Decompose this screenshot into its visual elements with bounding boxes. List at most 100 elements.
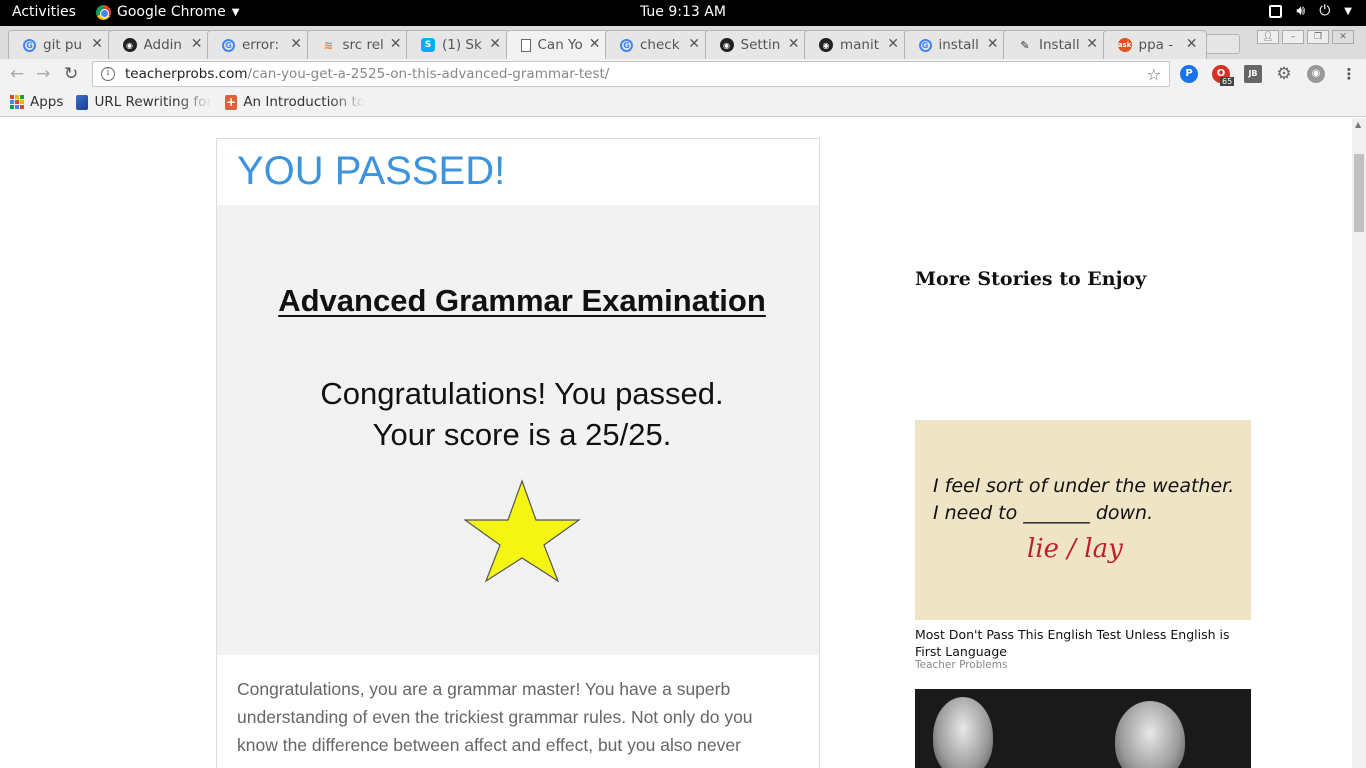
browser-toolbar: ← → ↻ i teacherprobs.com/can-you-get-a-2…: [0, 59, 1366, 89]
browser-tab[interactable]: ask ppa - ✕: [1102, 30, 1207, 59]
message-line-2: Your score is a 25/25.: [372, 417, 672, 452]
tab-title: manit: [840, 37, 880, 53]
bookmark-url-rewriting[interactable]: URL Rewriting for: [76, 94, 212, 110]
tab-close-icon[interactable]: ✕: [589, 36, 601, 52]
bookmark-label: Apps: [30, 94, 64, 110]
info-icon[interactable]: i: [101, 67, 115, 81]
bookmark-apps[interactable]: Apps: [10, 94, 63, 110]
minimize-button[interactable]: –: [1282, 30, 1304, 44]
browser-tab[interactable]: Gerror: ✕: [207, 30, 311, 59]
message-line-1: Congratulations! You passed.: [320, 376, 724, 411]
bookmarks-bar: Apps URL Rewriting for + An Introduction…: [0, 89, 1366, 117]
ask-icon: ask: [1117, 38, 1132, 52]
story-image-answer: lie / lay: [1027, 534, 1123, 564]
app-menu[interactable]: Google Chrome ▼: [96, 4, 239, 20]
tab-close-icon[interactable]: ✕: [290, 36, 302, 52]
address-bar[interactable]: i teacherprobs.com/can-you-get-a-2525-on…: [92, 61, 1170, 87]
new-tab-button[interactable]: [1206, 34, 1240, 54]
tab-title: ppa -: [1138, 37, 1174, 53]
app-name: Google Chrome: [117, 4, 226, 20]
url-path: /can-you-get-a-2525-on-this-advanced-gra…: [247, 66, 610, 82]
clock[interactable]: Tue 9:13 AM: [640, 4, 726, 20]
scrollbar-thumb[interactable]: [1354, 154, 1364, 232]
page-content: YOU PASSED! Advanced Grammar Examination…: [0, 118, 1352, 768]
close-window-button[interactable]: ✕: [1332, 30, 1354, 44]
window-icon[interactable]: [1269, 4, 1283, 18]
tab-close-icon[interactable]: ✕: [191, 36, 203, 52]
tab-title: check: [640, 37, 680, 53]
page-scrollbar[interactable]: ▲: [1352, 118, 1366, 768]
story-image[interactable]: [915, 689, 1251, 768]
reload-button[interactable]: ↻: [64, 64, 78, 84]
skype-icon: S: [421, 38, 435, 52]
back-button[interactable]: ←: [10, 64, 24, 84]
chevron-down-icon: ▼: [231, 6, 240, 18]
forward-button[interactable]: →: [36, 64, 50, 84]
story-image[interactable]: I feel sort of under the weather. I need…: [915, 420, 1251, 620]
bookmark-an-introduction[interactable]: + An Introduction to: [225, 94, 365, 110]
tab-close-icon[interactable]: ✕: [788, 36, 800, 52]
bookmark-star-icon[interactable]: ☆: [1147, 65, 1161, 84]
apps-icon: [10, 95, 24, 109]
google-icon: G: [620, 38, 633, 52]
tab-close-icon[interactable]: ✕: [1086, 36, 1098, 52]
google-icon: G: [918, 38, 932, 52]
browser-tab[interactable]: Gcheck ✕: [605, 30, 709, 59]
portrait-right: [1115, 701, 1185, 768]
tab-close-icon[interactable]: ✕: [987, 36, 999, 52]
tab-title: src rel: [342, 37, 384, 53]
tab-close-icon[interactable]: ✕: [390, 36, 402, 52]
browser-tab[interactable]: ≋ src rel ✕: [306, 30, 411, 59]
maximize-button[interactable]: ❐: [1307, 30, 1329, 44]
stackoverflow-icon: ≋: [323, 38, 334, 52]
tab-title: git pu: [43, 37, 83, 53]
browser-tab[interactable]: ✎ Install ✕: [1003, 30, 1107, 59]
pen-icon: ✎: [1020, 38, 1030, 52]
tab-title: Settin: [740, 37, 781, 53]
activities-button[interactable]: Activities: [12, 4, 76, 20]
github-icon: ◉: [122, 38, 137, 52]
google-icon: G: [23, 38, 36, 52]
menu-icon[interactable]: ⋮: [1340, 65, 1358, 83]
profile-icon[interactable]: 👤︎: [1257, 30, 1279, 44]
jetbrains-icon[interactable]: JB: [1244, 65, 1262, 83]
extension-badge: 65: [1220, 77, 1235, 86]
browser-tab[interactable]: Can Yo ✕: [505, 30, 610, 59]
tab-title: (1) Sk: [442, 37, 482, 53]
tab-title: Install: [1039, 37, 1080, 53]
power-icon[interactable]: ⏻: [1319, 3, 1330, 19]
extension-globe-icon[interactable]: ◉: [1307, 65, 1325, 83]
exam-message: Congratulations! You passed. Your score …: [217, 373, 827, 455]
chrome-icon: [96, 4, 111, 20]
document-icon: [520, 38, 531, 52]
result-title: YOU PASSED!: [237, 149, 506, 193]
volume-icon[interactable]: 🔊︎: [1296, 3, 1305, 19]
browser-tab[interactable]: ◉ Settin ✕: [704, 30, 809, 59]
tab-title: Addin: [143, 37, 182, 53]
tab-close-icon[interactable]: ✕: [1186, 36, 1198, 52]
browser-tab[interactable]: ◉ manit ✕: [804, 30, 908, 59]
tab-close-icon[interactable]: ✕: [489, 36, 501, 52]
github-icon: ◉: [719, 38, 734, 52]
browser-tab[interactable]: S (1) Sk ✕: [406, 30, 510, 59]
sidebar-heading: More Stories to Enjoy: [915, 268, 1147, 290]
bookmark-label: URL Rewriting for: [94, 94, 212, 110]
tab-close-icon[interactable]: ✕: [91, 36, 103, 52]
tab-title: Can Yo: [537, 37, 583, 53]
system-top-bar: Activities Google Chrome ▼ Tue 9:13 AM 🔊…: [0, 0, 1366, 26]
tab-title: error:: [242, 37, 279, 53]
scroll-up-arrow[interactable]: ▲: [1355, 120, 1361, 129]
url-domain: teacherprobs.com: [125, 66, 248, 82]
gear-icon[interactable]: ⚙: [1275, 65, 1293, 83]
browser-tab[interactable]: Ginstall ✕: [903, 30, 1008, 59]
browser-tab[interactable]: Ggit pu ✕: [8, 30, 112, 59]
tab-strip: Ggit pu ✕ ◉ Addin ✕ Gerror: ✕ ≋ src rel ✕ S (1) Sk ✕…: [0, 26, 1366, 59]
pushbullet-icon[interactable]: P: [1180, 65, 1198, 83]
google-icon: G: [222, 38, 235, 52]
story-title-link[interactable]: Most Don't Pass This English Test Unless…: [915, 626, 1251, 660]
browser-tab[interactable]: ◉ Addin ✕: [107, 30, 212, 59]
tab-close-icon[interactable]: ✕: [887, 36, 899, 52]
chevron-down-icon[interactable]: ▼: [1344, 6, 1352, 17]
tab-close-icon[interactable]: ✕: [688, 36, 700, 52]
story-source: Teacher Problems: [915, 659, 1008, 671]
